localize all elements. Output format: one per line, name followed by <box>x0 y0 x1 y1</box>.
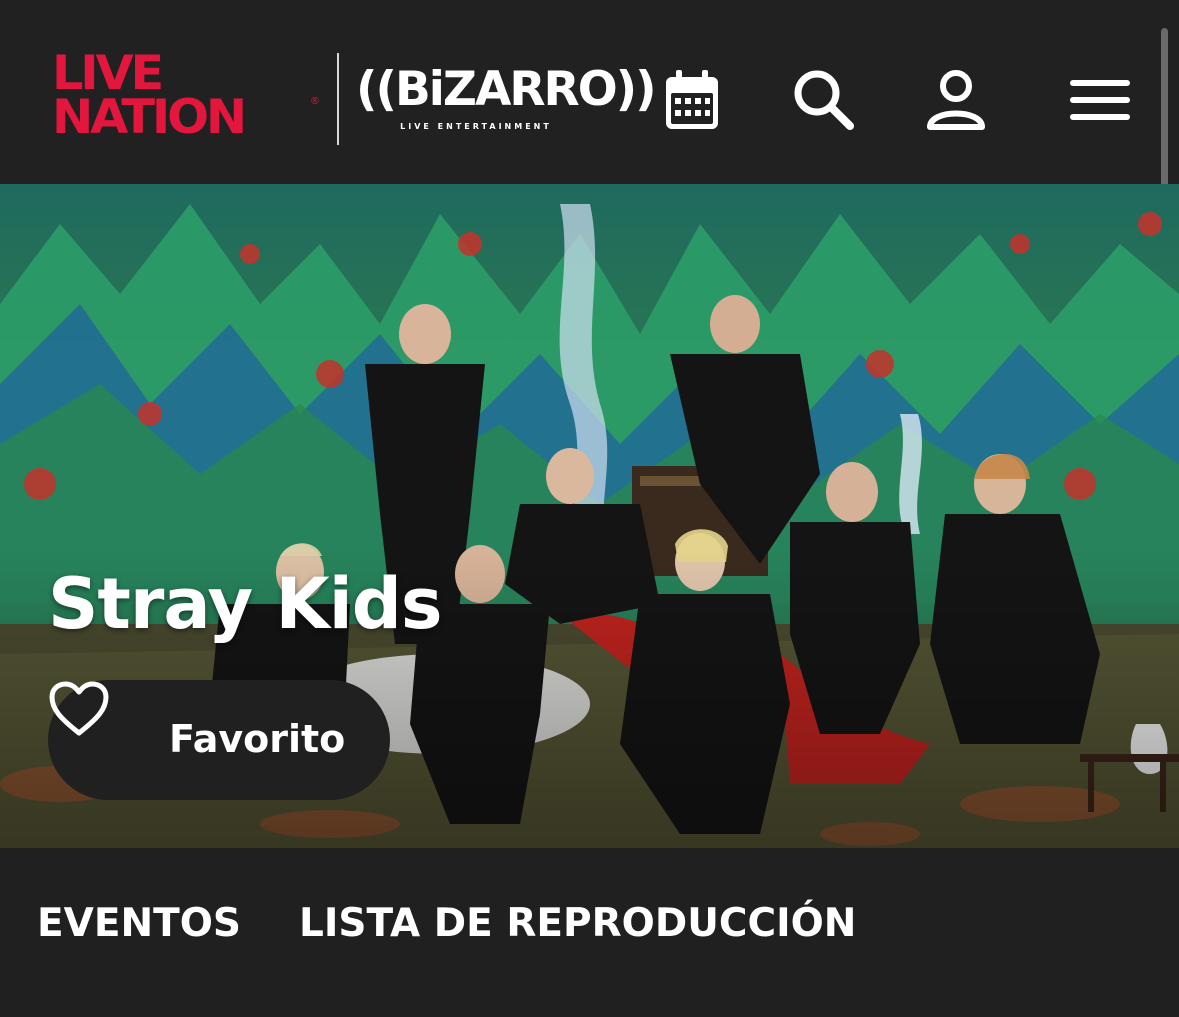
user-icon <box>927 70 985 130</box>
calendar-button[interactable] <box>658 66 726 134</box>
calendar-icon <box>666 70 718 129</box>
favorite-button[interactable]: Favorito <box>48 680 390 800</box>
bizarro-logo-subtitle: LIVE ENTERTAINMENT <box>400 122 552 131</box>
tab-eventos[interactable]: EVENTOS <box>37 900 241 948</box>
menu-button[interactable] <box>1066 66 1134 134</box>
artist-name: Stray Kids <box>48 563 442 645</box>
search-button[interactable] <box>790 66 858 134</box>
bizarro-logo[interactable]: ((BiZARRO)) LIVE ENTERTAINMENT <box>356 58 657 138</box>
bizarro-logo-word: ((BiZARRO)) <box>356 62 657 117</box>
account-button[interactable] <box>922 66 990 134</box>
page: LIVE NATION ® ((BiZARRO)) LIVE ENTERTAIN… <box>0 0 1179 1017</box>
livenation-logo-line2: NATION <box>52 90 247 145</box>
registered-mark: ® <box>310 96 320 107</box>
menu-icon <box>1070 80 1130 120</box>
artist-tabs: EVENTOS LISTA DE REPRODUCCIÓN <box>0 848 1179 1017</box>
tab-lista-de-reproduccion[interactable]: LISTA DE REPRODUCCIÓN <box>299 900 856 948</box>
logo-divider <box>337 53 339 145</box>
artist-hero: Stray Kids Favorito <box>0 184 1179 848</box>
favorite-label: Favorito <box>169 717 346 761</box>
heart-icon <box>49 681 109 736</box>
search-icon <box>794 70 854 130</box>
site-header: LIVE NATION ® ((BiZARRO)) LIVE ENTERTAIN… <box>0 0 1179 508</box>
livenation-logo[interactable]: LIVE NATION ® <box>52 50 322 148</box>
